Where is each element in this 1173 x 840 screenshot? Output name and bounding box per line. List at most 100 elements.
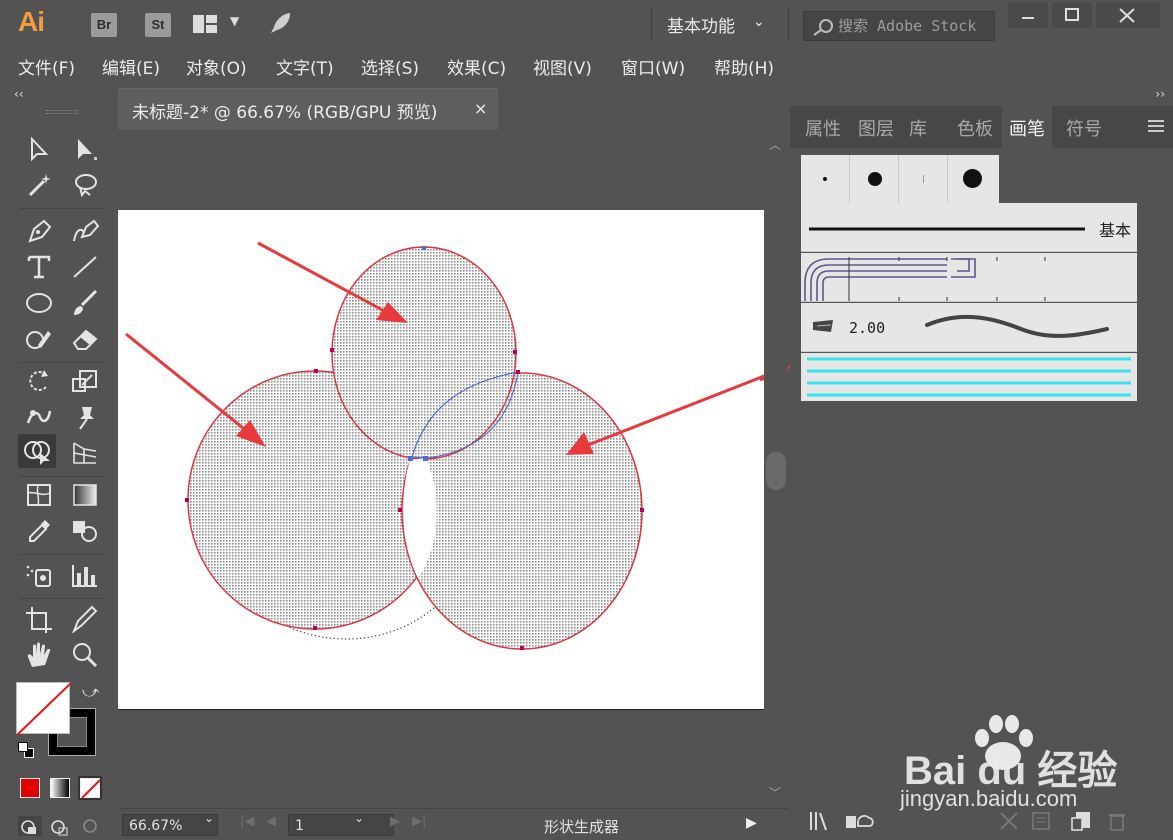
column-graph-tool[interactable]: [66, 558, 104, 592]
shaper-tool[interactable]: [20, 322, 58, 356]
stock-button[interactable]: St: [145, 13, 171, 37]
status-current-tool[interactable]: 形状生成器: [544, 816, 619, 837]
brush-options-icon[interactable]: [1030, 810, 1052, 832]
close-tab-icon[interactable]: ×: [474, 99, 487, 118]
brush-pattern-lines[interactable]: [801, 253, 1137, 302]
menu-file[interactable]: 文件(F): [18, 54, 75, 79]
menu-type[interactable]: 文字(T): [276, 54, 334, 79]
ellipse-tool[interactable]: [20, 286, 58, 320]
shape-builder-tool[interactable]: [18, 434, 56, 468]
search-input[interactable]: [838, 16, 988, 36]
symbol-sprayer-tool[interactable]: [20, 558, 58, 592]
direct-selection-tool[interactable]: [66, 132, 104, 166]
artboard-number-input[interactable]: [289, 816, 359, 836]
brush-cyan-lines[interactable]: [801, 353, 1137, 401]
menu-select[interactable]: 选择(S): [361, 54, 419, 79]
menu-edit[interactable]: 编辑(E): [102, 54, 160, 79]
chevron-down-icon[interactable]: ⌄: [354, 811, 364, 825]
brush-dot-thin[interactable]: [899, 155, 948, 203]
bridge-button[interactable]: Br: [91, 13, 117, 37]
curvature-tool[interactable]: [66, 214, 104, 248]
artboard-number-field[interactable]: [288, 814, 394, 836]
status-menu-icon[interactable]: ▶: [746, 815, 757, 831]
menu-help[interactable]: 帮助(H): [714, 54, 774, 79]
artwork[interactable]: [118, 210, 764, 710]
scale-tool[interactable]: [66, 364, 104, 398]
draw-behind-button[interactable]: [48, 816, 72, 836]
workspace-switcher[interactable]: 基本功能: [667, 12, 735, 37]
rocket-icon[interactable]: [268, 10, 294, 36]
brush-dot-small[interactable]: [801, 155, 850, 203]
first-artboard-icon[interactable]: |◀: [240, 814, 254, 829]
eraser-tool[interactable]: [66, 322, 104, 356]
collapse-panel-icon[interactable]: ‹‹: [14, 87, 24, 101]
swap-fill-stroke-icon[interactable]: ⤻: [82, 682, 99, 702]
selection-tool[interactable]: [20, 132, 58, 166]
gradient-mode-button[interactable]: [50, 778, 70, 798]
default-colors-icon[interactable]: [18, 742, 34, 758]
draw-normal-button[interactable]: [18, 816, 42, 836]
slice-tool[interactable]: [66, 602, 104, 636]
chevron-down-icon[interactable]: ▼: [230, 14, 239, 28]
next-artboard-icon[interactable]: ▶: [390, 814, 400, 829]
eyedropper-tool[interactable]: [20, 514, 58, 548]
menu-view[interactable]: 视图(V): [533, 54, 592, 79]
lasso-tool[interactable]: [66, 168, 104, 202]
scroll-up-icon[interactable]: ︿: [769, 136, 781, 153]
artboard-tool[interactable]: [20, 602, 58, 636]
chevron-down-icon[interactable]: ⌄: [753, 14, 765, 30]
puppet-warp-tool[interactable]: [20, 400, 58, 434]
brush-basic[interactable]: 基本: [801, 203, 1137, 252]
gradient-tool[interactable]: [66, 478, 104, 512]
arrange-documents-icon[interactable]: [193, 15, 217, 33]
artboard[interactable]: [118, 210, 764, 710]
mesh-tool[interactable]: [20, 478, 58, 512]
color-mode-button[interactable]: [20, 778, 40, 798]
zoom-input[interactable]: [123, 816, 193, 836]
perspective-grid-tool[interactable]: [66, 436, 104, 470]
tab-properties[interactable]: 属性: [798, 106, 848, 148]
scroll-thumb[interactable]: [766, 452, 786, 490]
previous-artboard-icon[interactable]: ◀: [266, 814, 276, 829]
paintbrush-tool[interactable]: [66, 286, 104, 320]
pin-tool[interactable]: [66, 400, 104, 434]
fill-swatch-front[interactable]: [16, 682, 72, 736]
panel-grip[interactable]: [46, 110, 78, 114]
brush-dot-large[interactable]: [948, 155, 997, 203]
shape-top-circle[interactable]: [331, 246, 517, 460]
minimize-button[interactable]: [1008, 2, 1048, 28]
menu-object[interactable]: 对象(O): [186, 54, 247, 79]
tab-libraries[interactable]: 库: [902, 106, 934, 148]
vertical-scrollbar[interactable]: ︿ ﹀: [764, 130, 788, 806]
scroll-down-icon[interactable]: ﹀: [769, 784, 781, 801]
rotate-tool[interactable]: [20, 364, 58, 398]
draw-inside-button[interactable]: [78, 816, 102, 836]
type-tool[interactable]: [20, 250, 58, 284]
close-window-button[interactable]: [1096, 2, 1160, 28]
stock-search-box[interactable]: [803, 11, 995, 41]
menu-effect[interactable]: 效果(C): [447, 54, 506, 79]
magic-wand-tool[interactable]: [20, 168, 58, 202]
document-tab[interactable]: 未标题-2* @ 66.67% (RGB/GPU 预览) ×: [118, 88, 498, 130]
brush-dot-medium[interactable]: [850, 155, 899, 203]
last-artboard-icon[interactable]: ▶|: [412, 814, 426, 829]
tab-symbols[interactable]: 符号: [1058, 106, 1110, 148]
new-brush-icon[interactable]: [1070, 810, 1092, 832]
menu-window[interactable]: 窗口(W): [621, 54, 685, 79]
maximize-button[interactable]: [1052, 2, 1092, 28]
delete-brush-icon[interactable]: [1106, 810, 1128, 832]
collapse-panel-icon[interactable]: ››: [1155, 87, 1165, 101]
libraries-panel-icon[interactable]: [844, 810, 874, 832]
canvas-area[interactable]: [118, 130, 764, 806]
zoom-tool[interactable]: [66, 638, 104, 672]
tab-brushes[interactable]: 画笔: [1002, 106, 1052, 148]
pen-tool[interactable]: [20, 214, 58, 248]
tab-layers[interactable]: 图层: [850, 106, 902, 148]
none-mode-button[interactable]: [78, 776, 102, 800]
brush-libraries-icon[interactable]: [808, 810, 832, 832]
brush-art-wave[interactable]: 2.00: [801, 303, 1137, 352]
blend-tool[interactable]: [66, 514, 104, 548]
line-segment-tool[interactable]: [66, 250, 104, 284]
tab-swatches[interactable]: 色板: [950, 106, 1000, 148]
panel-menu-icon[interactable]: [1147, 118, 1165, 134]
